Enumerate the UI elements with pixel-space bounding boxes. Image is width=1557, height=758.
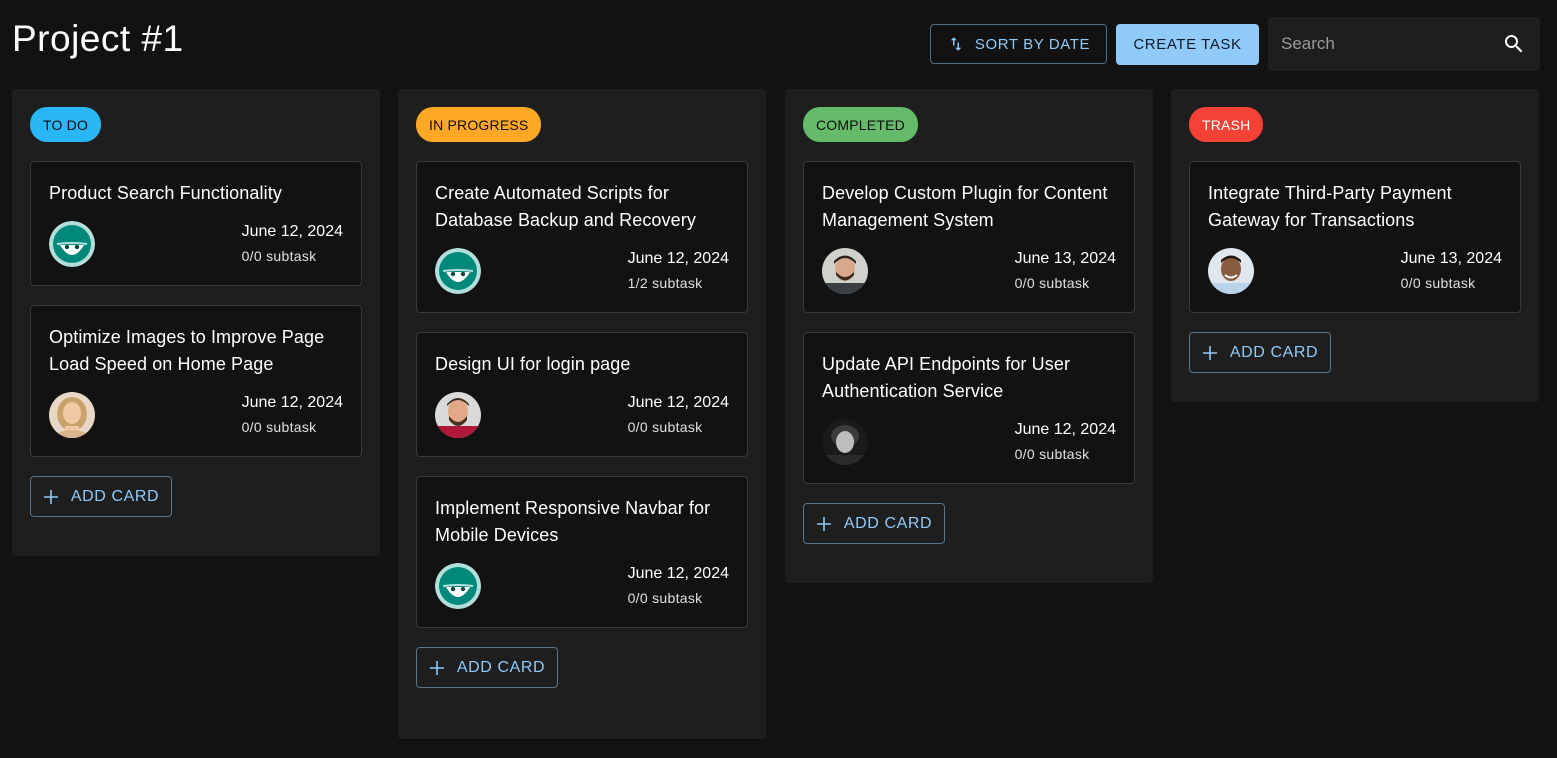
card-subtask-count: 0/0 subtask (627, 419, 703, 435)
add-card-button[interactable]: ADD CARD (803, 503, 945, 544)
sort-icon (947, 35, 965, 53)
card-title: Integrate Third-Party Payment Gateway fo… (1208, 183, 1452, 230)
search-box (1268, 17, 1540, 71)
card-title: Implement Responsive Navbar for Mobile D… (435, 498, 711, 545)
user-photo-avatar (49, 392, 95, 438)
card-date: June 12, 2024 (241, 223, 343, 240)
status-chip-in-progress: IN PROGRESS (416, 107, 542, 142)
card-date: June 12, 2024 (627, 394, 729, 411)
plus-icon (1202, 345, 1218, 361)
task-card[interactable]: Design UI for login page June 12, 2024 0… (416, 332, 748, 457)
default-avatar-icon (435, 248, 481, 294)
add-card-button[interactable]: ADD CARD (1189, 332, 1331, 373)
add-card-label: ADD CARD (70, 487, 160, 505)
card-subtask-count: 0/0 subtask (241, 248, 317, 264)
plus-icon (429, 660, 445, 676)
card-list: Create Automated Scripts for Database Ba… (416, 161, 748, 628)
kanban-board-page: Project #1 SORT BY DATE CREATE TASK TO D… (0, 0, 1557, 758)
task-card[interactable]: Create Automated Scripts for Database Ba… (416, 161, 748, 313)
add-card-button[interactable]: ADD CARD (416, 647, 558, 688)
task-card[interactable]: Product Search Functionality June 12, 20… (30, 161, 362, 286)
card-date: June 12, 2024 (627, 250, 729, 267)
card-title: Create Automated Scripts for Database Ba… (435, 183, 696, 230)
add-card-button[interactable]: ADD CARD (30, 476, 172, 517)
status-chip-trash: TRASH (1189, 107, 1264, 142)
plus-icon (816, 516, 832, 532)
task-card[interactable]: Optimize Images to Improve Page Load Spe… (30, 305, 362, 457)
card-subtask-count: 0/0 subtask (1014, 446, 1090, 462)
task-card[interactable]: Update API Endpoints for User Authentica… (803, 332, 1135, 484)
user-photo-avatar (1208, 248, 1254, 294)
status-chip-todo: TO DO (30, 107, 102, 142)
status-chip-completed: COMPLETED (803, 107, 918, 142)
add-card-label: ADD CARD (1229, 343, 1319, 361)
card-date: June 13, 2024 (1400, 250, 1502, 267)
user-photo-avatar (822, 419, 868, 465)
sort-by-date-button[interactable]: SORT BY DATE (930, 24, 1107, 64)
card-list: Integrate Third-Party Payment Gateway fo… (1189, 161, 1521, 313)
task-card[interactable]: Implement Responsive Navbar for Mobile D… (416, 476, 748, 628)
add-card-label: ADD CARD (843, 514, 933, 532)
column-completed: COMPLETED Develop Custom Plugin for Cont… (785, 89, 1153, 583)
card-title: Update API Endpoints for User Authentica… (822, 354, 1071, 401)
default-avatar-icon (435, 563, 481, 609)
card-title: Develop Custom Plugin for Content Manage… (822, 183, 1108, 230)
card-date: June 13, 2024 (1014, 250, 1116, 267)
default-avatar-icon (49, 221, 95, 267)
search-icon[interactable] (1502, 32, 1526, 56)
card-subtask-count: 1/2 subtask (627, 275, 703, 291)
card-list: Develop Custom Plugin for Content Manage… (803, 161, 1135, 484)
task-card[interactable]: Integrate Third-Party Payment Gateway fo… (1189, 161, 1521, 313)
card-title: Product Search Functionality (49, 183, 282, 203)
task-card[interactable]: Develop Custom Plugin for Content Manage… (803, 161, 1135, 313)
user-photo-avatar (822, 248, 868, 294)
plus-icon (43, 489, 59, 505)
card-list: Product Search Functionality June 12, 20… (30, 161, 362, 457)
card-date: June 12, 2024 (241, 394, 343, 411)
card-date: June 12, 2024 (627, 565, 729, 582)
create-task-button[interactable]: CREATE TASK (1116, 24, 1259, 65)
card-subtask-count: 0/0 subtask (1400, 275, 1476, 291)
search-input[interactable] (1268, 17, 1502, 71)
sort-by-date-label: SORT BY DATE (974, 35, 1091, 53)
card-title: Design UI for login page (435, 354, 631, 374)
user-photo-avatar (435, 392, 481, 438)
card-subtask-count: 0/0 subtask (627, 590, 703, 606)
column-in-progress: IN PROGRESS Create Automated Scripts for… (398, 89, 766, 739)
column-todo: TO DO Product Search Functionality June … (12, 89, 380, 556)
page-title: Project #1 (12, 18, 184, 59)
card-date: June 12, 2024 (1014, 421, 1116, 438)
card-subtask-count: 0/0 subtask (1014, 275, 1090, 291)
column-trash: TRASH Integrate Third-Party Payment Gate… (1171, 89, 1539, 402)
card-title: Optimize Images to Improve Page Load Spe… (49, 327, 325, 374)
add-card-label: ADD CARD (456, 658, 546, 676)
card-subtask-count: 0/0 subtask (241, 419, 317, 435)
